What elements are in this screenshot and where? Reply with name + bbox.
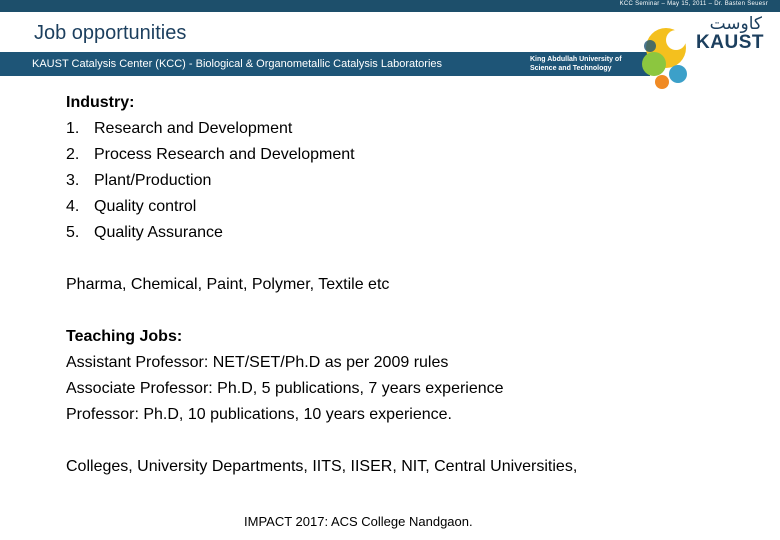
list-item-text: Quality control (94, 198, 197, 215)
university-line-2: Science and Technology (530, 65, 612, 72)
university-name: King Abdullah University of Science and … (530, 55, 622, 73)
logo-arabic: كاوست (709, 14, 762, 34)
industry-heading: Industry: (66, 94, 135, 111)
slide-title: Job opportunities (34, 22, 187, 44)
teaching-heading: Teaching Jobs: (66, 328, 183, 345)
list-item-text: Process Research and Development (94, 146, 355, 163)
list-item-text: Research and Development (94, 120, 293, 137)
seminar-meta: KCC Seminar – May 15, 2011 – Dr. Basten … (619, 1, 768, 7)
header-banner: KAUST Catalysis Center (KCC) - Biologica… (0, 52, 650, 76)
banner-text: KAUST Catalysis Center (KCC) - Biologica… (32, 58, 443, 70)
top-strip: KCC Seminar – May 15, 2011 – Dr. Basten … (0, 0, 780, 12)
institutions-line: Colleges, University Departments, IITS, … (66, 458, 578, 475)
list-item: 1. Research and Development (66, 116, 706, 142)
list-item-number: 1. (66, 120, 80, 137)
slide-body: Industry: 1. Research and Development 2.… (66, 90, 706, 480)
teaching-line: Assistant Professor: NET/SET/Ph.D as per… (66, 354, 449, 371)
list-item-text: Quality Assurance (94, 224, 223, 241)
list-item: 2. Process Research and Development (66, 142, 706, 168)
list-item-number: 2. (66, 146, 80, 163)
teaching-line: Associate Professor: Ph.D, 5 publication… (66, 380, 504, 397)
list-item-number: 3. (66, 172, 80, 189)
list-item: 4. Quality control (66, 194, 706, 220)
list-item: 5. Quality Assurance (66, 220, 706, 246)
list-item: 3. Plant/Production (66, 168, 706, 194)
footer-text: IMPACT 2017: ACS College Nandgaon. (244, 514, 473, 529)
list-item-number: 4. (66, 198, 80, 215)
logo-text: KAUST (696, 32, 764, 53)
list-item-number: 5. (66, 224, 80, 241)
university-line-1: King Abdullah University of (530, 56, 622, 63)
sectors-line: Pharma, Chemical, Paint, Polymer, Textil… (66, 276, 390, 293)
kaust-logo: كاوست KAUST (636, 14, 776, 96)
list-item-text: Plant/Production (94, 172, 212, 189)
teaching-line: Professor: Ph.D, 10 publications, 10 yea… (66, 406, 452, 423)
